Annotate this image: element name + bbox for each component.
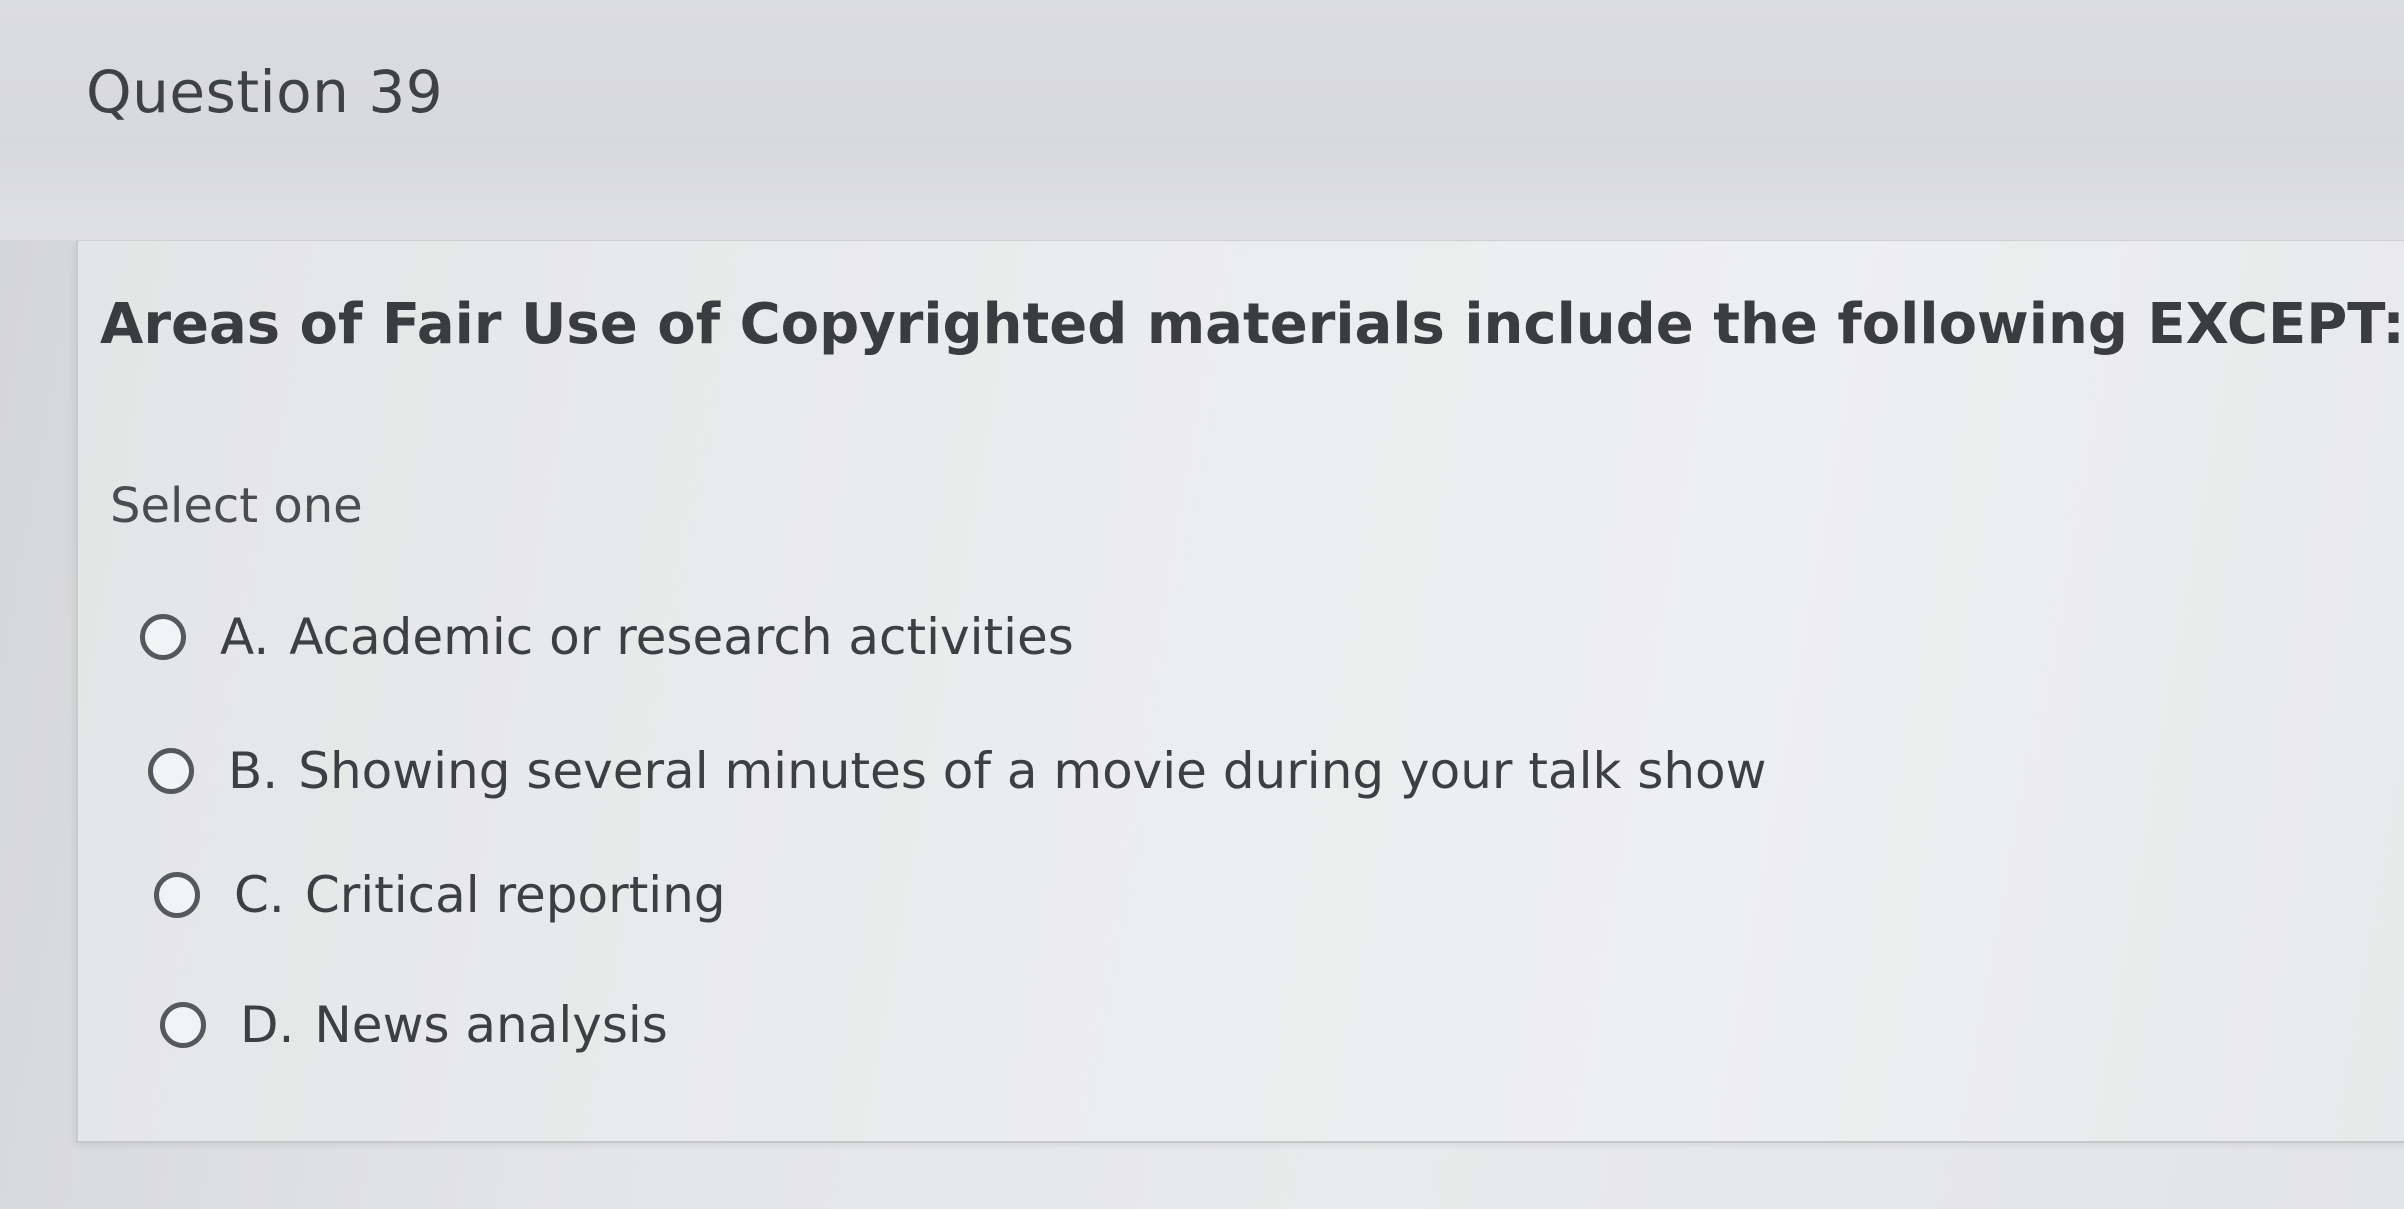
radio-button-b[interactable] (148, 748, 194, 794)
option-text[interactable]: C. Critical reporting (234, 866, 726, 924)
option-letter: C. (234, 866, 285, 924)
option-text[interactable]: B. Showing several minutes of a movie du… (228, 742, 1767, 800)
option-text[interactable]: D. News analysis (240, 996, 668, 1054)
radio-button-d[interactable] (160, 1002, 206, 1048)
answer-option-a[interactable]: A. Academic or research activities (140, 608, 1074, 666)
option-letter: D. (240, 996, 295, 1054)
option-label: Academic or research activities (289, 608, 1074, 666)
question-number: Question 39 (86, 58, 444, 126)
option-label: Showing several minutes of a movie durin… (298, 742, 1767, 800)
radio-button-c[interactable] (154, 872, 200, 918)
option-text[interactable]: A. Academic or research activities (220, 608, 1074, 666)
answer-option-c[interactable]: C. Critical reporting (154, 866, 726, 924)
quiz-page: Question 39 Areas of Fair Use of Copyrig… (0, 0, 2404, 1209)
radio-button-a[interactable] (140, 614, 186, 660)
option-letter: A. (220, 608, 270, 666)
option-label: Critical reporting (304, 866, 726, 924)
option-label: News analysis (314, 996, 668, 1054)
select-instruction: Select one (110, 478, 363, 534)
answer-option-b[interactable]: B. Showing several minutes of a movie du… (148, 742, 1767, 800)
question-text: Areas of Fair Use of Copyrighted materia… (100, 292, 2404, 357)
option-letter: B. (228, 742, 279, 800)
answer-option-d[interactable]: D. News analysis (160, 996, 668, 1054)
